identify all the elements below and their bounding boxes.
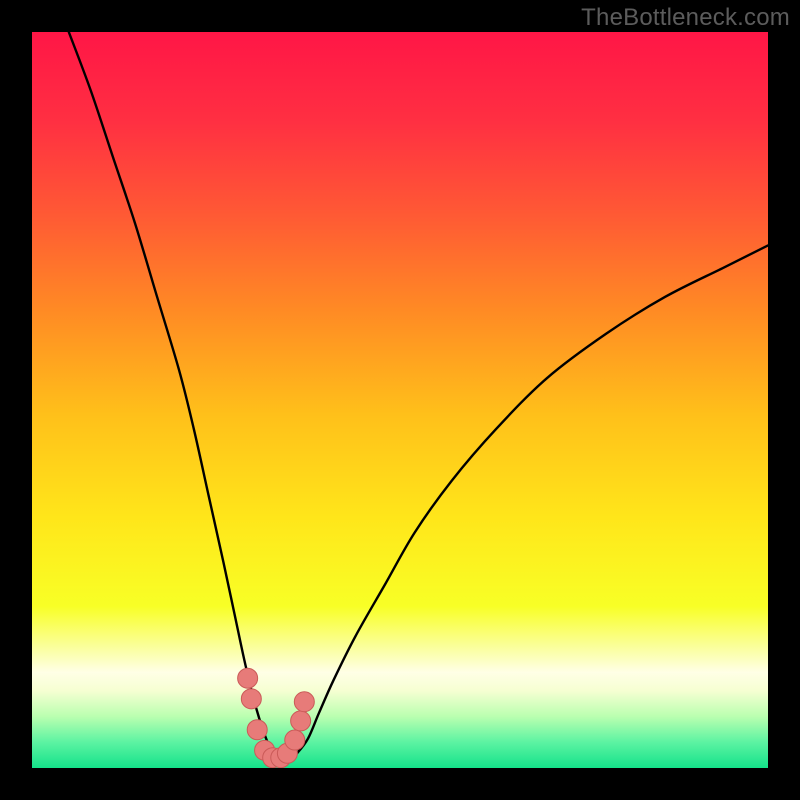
chart-frame: TheBottleneck.com [0, 0, 800, 800]
watermark-text: TheBottleneck.com [581, 4, 790, 32]
highlight-marker [285, 730, 305, 750]
highlight-marker [291, 711, 311, 731]
highlight-markers [238, 668, 315, 767]
highlight-marker [294, 692, 314, 712]
highlight-marker [247, 720, 267, 740]
curve-layer [32, 32, 768, 768]
highlight-marker [241, 689, 261, 709]
bottleneck-curve [69, 32, 768, 760]
plot-area [32, 32, 768, 768]
highlight-marker [238, 668, 258, 688]
